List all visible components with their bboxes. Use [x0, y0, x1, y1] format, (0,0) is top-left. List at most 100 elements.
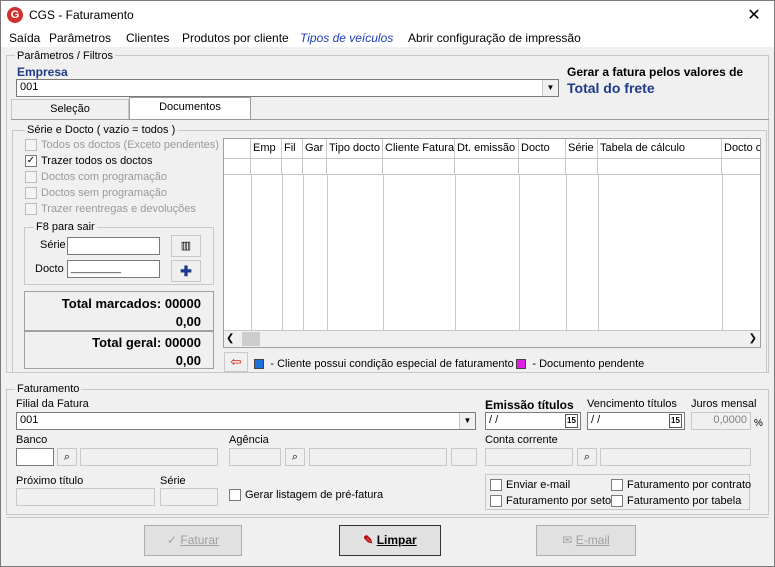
- conta-label: Conta corrente: [485, 434, 558, 446]
- tab-selecao[interactable]: Seleção: [11, 99, 129, 119]
- calendar-icon[interactable]: 15: [669, 414, 682, 428]
- chk-trazer-todos[interactable]: ✓ Trazer todos os doctos: [25, 155, 152, 167]
- chk-reentregas-label: Trazer reentregas e devoluções: [41, 203, 196, 215]
- calendar-icon[interactable]: 15: [565, 414, 578, 428]
- emissao-input[interactable]: / / 15: [485, 412, 581, 430]
- serie-label: Série: [40, 239, 66, 251]
- agencia-input[interactable]: [229, 448, 281, 466]
- grid-col-docto-o[interactable]: Docto o: [722, 139, 760, 158]
- scroll-thumb[interactable]: [242, 332, 260, 346]
- grid-col-gar[interactable]: Gar: [303, 139, 327, 158]
- total-marcados-value: 0,00: [175, 314, 201, 329]
- gerar-listagem-text: Gerar listagem de pré-fatura: [245, 489, 384, 501]
- horizontal-scrollbar[interactable]: ❮ ❯: [224, 330, 760, 347]
- grid-col-tipo-docto[interactable]: Tipo docto: [327, 139, 383, 158]
- vencimento-input[interactable]: / / 15: [587, 412, 685, 430]
- parametros-legend: Parâmetros / Filtros: [15, 50, 115, 62]
- menu-abrir-configuracao[interactable]: Abrir configuração de impressão: [408, 31, 581, 45]
- conta-name: [600, 448, 751, 466]
- chk-faturamento-contrato[interactable]: Faturamento por contrato: [611, 479, 751, 491]
- grid-col-docto[interactable]: Docto: [519, 139, 566, 158]
- menu-produtos-por-cliente[interactable]: Produtos por cliente: [182, 31, 289, 45]
- main-window: G CGS - Faturamento ✕ Saída Parâmetros C…: [0, 0, 775, 567]
- chk-todos-doctos-label: Todos os doctos (Exceto pendentes): [41, 139, 219, 151]
- docto-input[interactable]: __________: [67, 260, 160, 278]
- divider: [6, 517, 769, 518]
- empresa-label: Empresa: [17, 65, 68, 79]
- chk-reentregas[interactable]: Trazer reentregas e devoluções: [25, 203, 196, 215]
- empresa-combo[interactable]: 001 ▼: [16, 79, 559, 97]
- grid-col-tabela-calculo[interactable]: Tabela de cálculo: [598, 139, 722, 158]
- chevron-down-icon[interactable]: ▼: [542, 80, 558, 96]
- barcode-icon[interactable]: ▥: [171, 235, 201, 257]
- grid-col-dt-emissao[interactable]: Dt. emissão: [455, 139, 519, 158]
- gerar-fatura-value[interactable]: Total do frete: [567, 80, 655, 96]
- banco-label: Banco: [16, 434, 48, 446]
- banco-input[interactable]: [16, 448, 54, 466]
- checkbox-icon: [611, 479, 623, 491]
- check-icon: ✓: [166, 533, 178, 547]
- menu-saida[interactable]: Saída: [9, 31, 40, 45]
- table-row[interactable]: [224, 159, 760, 175]
- chk-com-programacao[interactable]: Doctos com programação: [25, 171, 167, 183]
- chk-gerar-listagem[interactable]: Gerar listagem de pré-fatura: [229, 489, 383, 501]
- menu-tipos-de-veiculos[interactable]: Tipos de veículos: [300, 31, 393, 45]
- juros-input[interactable]: 0,0000: [691, 412, 751, 430]
- email-button[interactable]: ✉ E-mail: [536, 525, 636, 556]
- faturar-button[interactable]: ✓ Faturar: [144, 525, 242, 556]
- grid-col-serie[interactable]: Série: [566, 139, 598, 158]
- limpar-button[interactable]: ✎ Limpar: [339, 525, 441, 556]
- checkbox-icon: [25, 187, 37, 199]
- menu-parametros[interactable]: Parâmetros: [49, 31, 111, 45]
- binoculars-icon[interactable]: ⌕: [57, 448, 77, 466]
- conta-input[interactable]: [485, 448, 573, 466]
- cliente-especial-legend: - Cliente possui condição especial de fa…: [254, 356, 514, 370]
- documents-grid[interactable]: Emp Fil Gar Tipo docto Cliente Fatura Dt…: [223, 138, 761, 348]
- chk-faturamento-setor[interactable]: Faturamento por setor: [490, 495, 615, 507]
- total-marcados-box: Total marcados: 00000 0,00: [24, 291, 214, 331]
- grid-col-select[interactable]: [224, 139, 251, 158]
- arrow-left-icon[interactable]: ⇦: [224, 352, 248, 372]
- serie-fatura-input[interactable]: [160, 488, 218, 506]
- grid-col-emp[interactable]: Emp: [251, 139, 282, 158]
- grid-col-fil[interactable]: Fil: [282, 139, 303, 158]
- binoculars-icon[interactable]: ⌕: [577, 448, 597, 466]
- juros-unit: %: [754, 418, 763, 429]
- scroll-left-icon[interactable]: ❮: [226, 333, 234, 344]
- checkbox-icon: [490, 495, 502, 507]
- vencimento-label: Vencimento títulos: [587, 398, 677, 410]
- add-icon[interactable]: ✚: [171, 260, 201, 282]
- grid-header: Emp Fil Gar Tipo docto Cliente Fatura Dt…: [224, 139, 760, 159]
- proximo-titulo-label: Próximo título: [16, 475, 84, 487]
- chk-sem-programacao[interactable]: Doctos sem programação: [25, 187, 167, 199]
- serie-input[interactable]: [67, 237, 160, 255]
- scroll-right-icon[interactable]: ❯: [749, 333, 757, 344]
- filial-combo[interactable]: 001 ▼: [16, 412, 476, 430]
- vencimento-value: / /: [591, 414, 601, 426]
- agencia-label: Agência: [229, 434, 269, 446]
- chk-enviar-email[interactable]: Enviar e-mail: [490, 479, 570, 491]
- filial-label: Filial da Fatura: [16, 398, 89, 410]
- close-icon[interactable]: ✕: [744, 5, 764, 25]
- faturamento-tabela-text: Faturamento por tabela: [627, 495, 742, 507]
- menu-clientes[interactable]: Clientes: [126, 31, 169, 45]
- total-geral-label: Total geral: 00000: [92, 335, 201, 350]
- grid-col-cliente-fatura[interactable]: Cliente Fatura: [383, 139, 455, 158]
- emissao-value: / /: [489, 414, 499, 426]
- faturamento-contrato-text: Faturamento por contrato: [627, 479, 752, 491]
- tab-panel-border: [11, 119, 769, 120]
- proximo-titulo-input[interactable]: [16, 488, 155, 506]
- chk-faturamento-tabela[interactable]: Faturamento por tabela: [611, 495, 741, 507]
- chevron-down-icon[interactable]: ▼: [459, 413, 475, 429]
- total-geral-box: Total geral: 00000 0,00: [24, 331, 214, 369]
- envelope-icon: ✉: [562, 533, 573, 547]
- docto-label: Docto: [35, 263, 64, 275]
- documento-pendente-legend: - Documento pendente: [516, 356, 644, 370]
- agencia-digit: [451, 448, 477, 466]
- window-title: CGS - Faturamento: [29, 8, 134, 22]
- tab-documentos[interactable]: Documentos: [129, 97, 251, 119]
- checkbox-icon: [611, 495, 623, 507]
- agencia-name: [309, 448, 447, 466]
- chk-todos-doctos[interactable]: Todos os doctos (Exceto pendentes): [25, 139, 219, 151]
- binoculars-icon[interactable]: ⌕: [285, 448, 305, 466]
